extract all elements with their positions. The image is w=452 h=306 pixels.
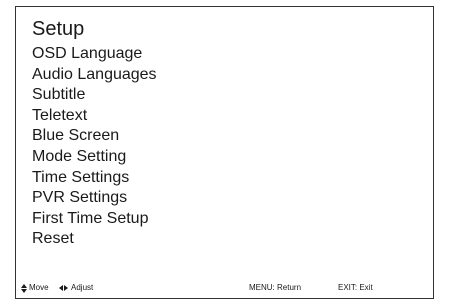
move-hint-label: Move <box>29 283 49 292</box>
menu-item-first-time-setup[interactable]: First Time Setup <box>32 209 157 230</box>
exit-hint: EXIT: Exit <box>338 283 373 292</box>
menu-title: Setup <box>32 18 85 40</box>
menu-item-subtitle[interactable]: Subtitle <box>32 85 157 106</box>
up-down-arrows-icon <box>21 283 27 293</box>
menu-item-pvr-settings[interactable]: PVR Settings <box>32 188 157 209</box>
menu-item-time-settings[interactable]: Time Settings <box>32 168 157 189</box>
menu-item-blue-screen[interactable]: Blue Screen <box>32 126 157 147</box>
menu-item-teletext[interactable]: Teletext <box>32 106 157 127</box>
menu-return-hint: MENU: Return <box>249 283 302 292</box>
left-right-arrows-icon <box>59 285 68 291</box>
adjust-hint-label: Adjust <box>71 283 94 292</box>
setup-menu-list: OSD Language Audio Languages Subtitle Te… <box>32 44 157 250</box>
menu-item-reset[interactable]: Reset <box>32 229 157 250</box>
key-hint-bar: Move Adjust MENU: Return EXIT: Exit <box>16 280 433 296</box>
menu-item-mode-setting[interactable]: Mode Setting <box>32 147 157 168</box>
setup-menu-panel: Setup OSD Language Audio Languages Subti… <box>15 6 434 299</box>
menu-item-audio-languages[interactable]: Audio Languages <box>32 65 157 86</box>
menu-item-osd-language[interactable]: OSD Language <box>32 44 157 65</box>
adjust-hint: Adjust <box>59 280 93 296</box>
move-hint: Move <box>21 280 49 296</box>
